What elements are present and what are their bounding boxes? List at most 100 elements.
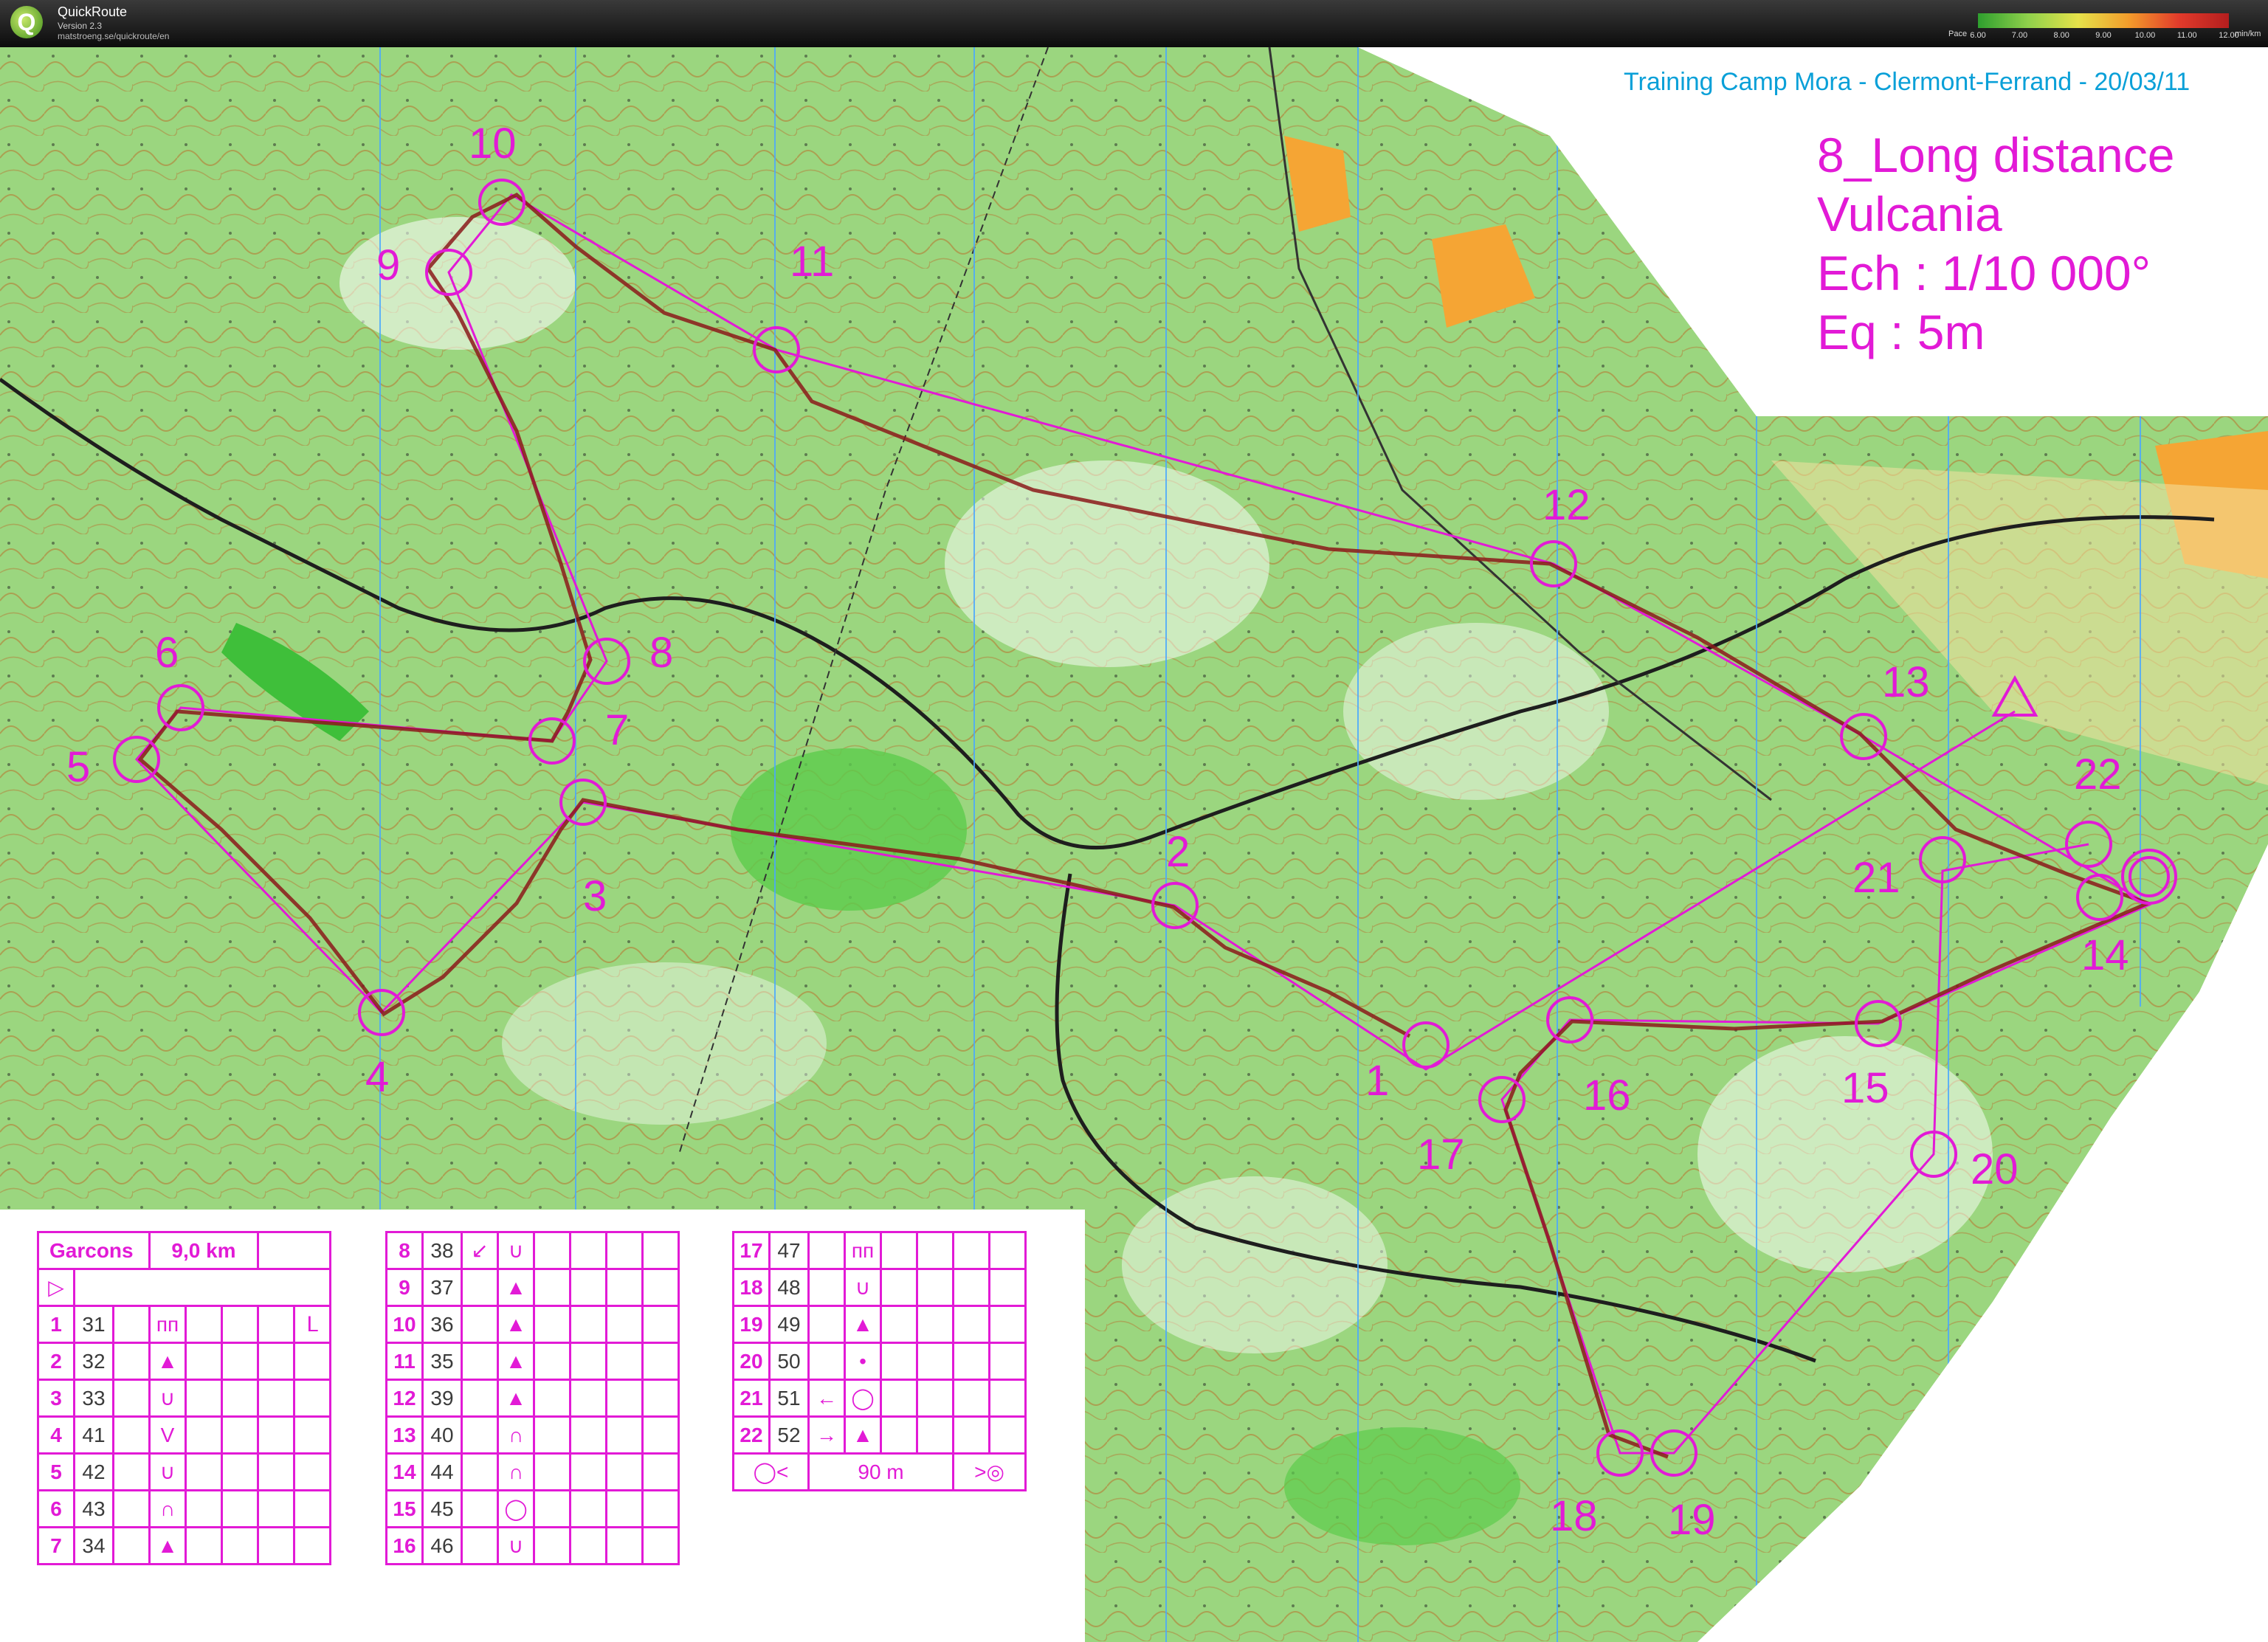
desc-control-number: 10 [385,1305,424,1344]
desc-control-number: 5 [37,1452,75,1491]
course-length: 9,0 km [148,1231,259,1270]
desc-control-number: 3 [37,1379,75,1418]
desc-feature-icon: ∪ [497,1231,535,1270]
desc-control-number: 20 [732,1342,771,1381]
quickroute-logo-icon: Q [10,6,43,38]
app-version: Version 2.3 [58,21,103,31]
desc-control-number: 11 [385,1342,424,1381]
desc-control-number: 19 [732,1305,771,1344]
desc-control-number: 18 [732,1268,771,1307]
desc-feature-icon: ▲ [148,1526,187,1565]
desc-control-code: 49 [768,1305,810,1344]
desc-feature-icon: ▲ [148,1342,187,1381]
desc-control-number: 4 [37,1415,75,1455]
pace-tick: 9.00 [2095,31,2112,40]
desc-control-code: 39 [421,1379,463,1418]
desc-control-code: 32 [73,1342,114,1381]
desc-feature-icon: ∩ [497,1452,535,1491]
desc-feature-icon: ∩ [497,1415,535,1455]
map-name: Vulcania [1817,187,2002,241]
desc-control-code: 31 [73,1305,114,1344]
desc-control-code: 38 [421,1231,463,1270]
desc-direction-icon [461,1342,499,1381]
desc-control-code: 40 [421,1415,463,1455]
pace-unit: min/km [2235,30,2261,38]
desc-control-number: 7 [37,1526,75,1565]
desc-control-code: 34 [73,1526,114,1565]
desc-control-number: 2 [37,1342,75,1381]
desc-control-number: 17 [732,1231,771,1270]
map-equidistance: Eq : 5m [1817,305,1985,359]
desc-control-code: 47 [768,1231,810,1270]
desc-control-number: 15 [385,1489,424,1528]
desc-feature-icon: ᴨᴨ [148,1305,187,1344]
desc-control-code: 50 [768,1342,810,1381]
desc-direction-icon [461,1415,499,1455]
pace-tick: 7.00 [2011,31,2028,40]
desc-direction-icon [461,1305,499,1344]
desc-feature-icon: ◯ [497,1489,535,1528]
desc-extra-icon: ᒪ [293,1305,331,1344]
desc-control-code: 35 [421,1342,463,1381]
desc-control-code: 41 [73,1415,114,1455]
desc-feature-icon: ▲ [497,1379,535,1418]
desc-control-number: 22 [732,1415,771,1455]
finish-distance: 90 m [807,1452,954,1491]
desc-direction-icon: ← [807,1379,846,1418]
map-credit: Training Camp Mora - Clermont-Ferrand - … [1624,68,2191,96]
desc-control-number: 13 [385,1415,424,1455]
description-table-b: 8 38 ↙ ∪ 9 37 ▲ 10 36 ▲ 11 35 ▲ 12 39 ▲ 13 40 ∩ 14 44 ∩… [385,1231,680,1565]
pace-tick: 11.00 [2176,31,2197,40]
desc-feature-icon: V [148,1415,187,1455]
desc-feature-icon: ▲ [844,1305,882,1344]
app-url[interactable]: matstroeng.se/quickroute/en [58,31,169,41]
pace-gradient-bar [1978,13,2229,28]
desc-control-number: 1 [37,1305,75,1344]
map-scale: Ech : 1/10 000° [1817,246,2151,300]
desc-control-code: 33 [73,1379,114,1418]
pace-legend: Pace 6.00 7.00 8.00 9.00 10.00 11.00 12.… [1948,13,2261,40]
desc-control-number: 12 [385,1379,424,1418]
desc-feature-icon: ∪ [148,1379,187,1418]
desc-feature-icon: ◯ [844,1379,882,1418]
desc-feature-icon: ∪ [497,1526,535,1565]
desc-feature-icon: ∩ [148,1489,187,1528]
desc-direction-icon [807,1268,846,1307]
desc-control-code: 48 [768,1268,810,1307]
desc-control-code: 46 [421,1526,463,1565]
desc-control-code: 52 [768,1415,810,1455]
desc-direction-icon [461,1526,499,1565]
app-header: Q QuickRoute Version 2.3 matstroeng.se/q… [0,0,2268,47]
desc-direction-icon [807,1305,846,1344]
desc-feature-icon: ᴨᴨ [844,1231,882,1270]
desc-direction-icon: → [807,1415,846,1455]
desc-control-number: 8 [385,1231,424,1270]
desc-feature-icon: ▲ [497,1342,535,1381]
desc-control-code: 44 [421,1452,463,1491]
finish-icon: >◎ [952,1452,1027,1491]
desc-feature-icon: ▲ [844,1415,882,1455]
desc-feature-icon: ▲ [497,1305,535,1344]
desc-control-code: 45 [421,1489,463,1528]
desc-control-number: 9 [385,1268,424,1307]
desc-control-code: 37 [421,1268,463,1307]
course-name: Garcons [37,1231,151,1270]
description-sheet: Garcons 9,0 km ▷ 1 31 ᴨᴨ ᒪ 2 32 ▲ 3 33 ∪ 4 41 V 5… [0,1210,1085,1642]
desc-control-number: 6 [37,1489,75,1528]
pace-label: Pace [1948,30,1968,38]
desc-feature-icon: ▲ [497,1268,535,1307]
desc-direction-icon [461,1452,499,1491]
app-name: QuickRoute [58,4,128,19]
desc-direction-icon [461,1379,499,1418]
desc-feature-icon: ∪ [148,1452,187,1491]
description-table-a: Garcons 9,0 km ▷ 1 31 ᴨᴨ ᒪ 2 32 ▲ 3 33 ∪ 4 41 V 5… [37,1231,331,1565]
desc-control-code: 43 [73,1489,114,1528]
desc-feature-icon: ∪ [844,1268,882,1307]
desc-control-number: 14 [385,1452,424,1491]
course-title: 8_Long distance [1817,128,2175,182]
desc-direction-icon: ↙ [461,1231,499,1270]
pace-tick: 6.00 [1970,31,1986,40]
desc-feature-icon: • [844,1342,882,1381]
desc-control-code: 36 [421,1305,463,1344]
description-table-c: 17 47 ᴨᴨ 18 48 ∪ 19 49 ▲ 20 50 • 21 51 ← ◯ 22 52 → ▲ ◯… [732,1231,1027,1491]
